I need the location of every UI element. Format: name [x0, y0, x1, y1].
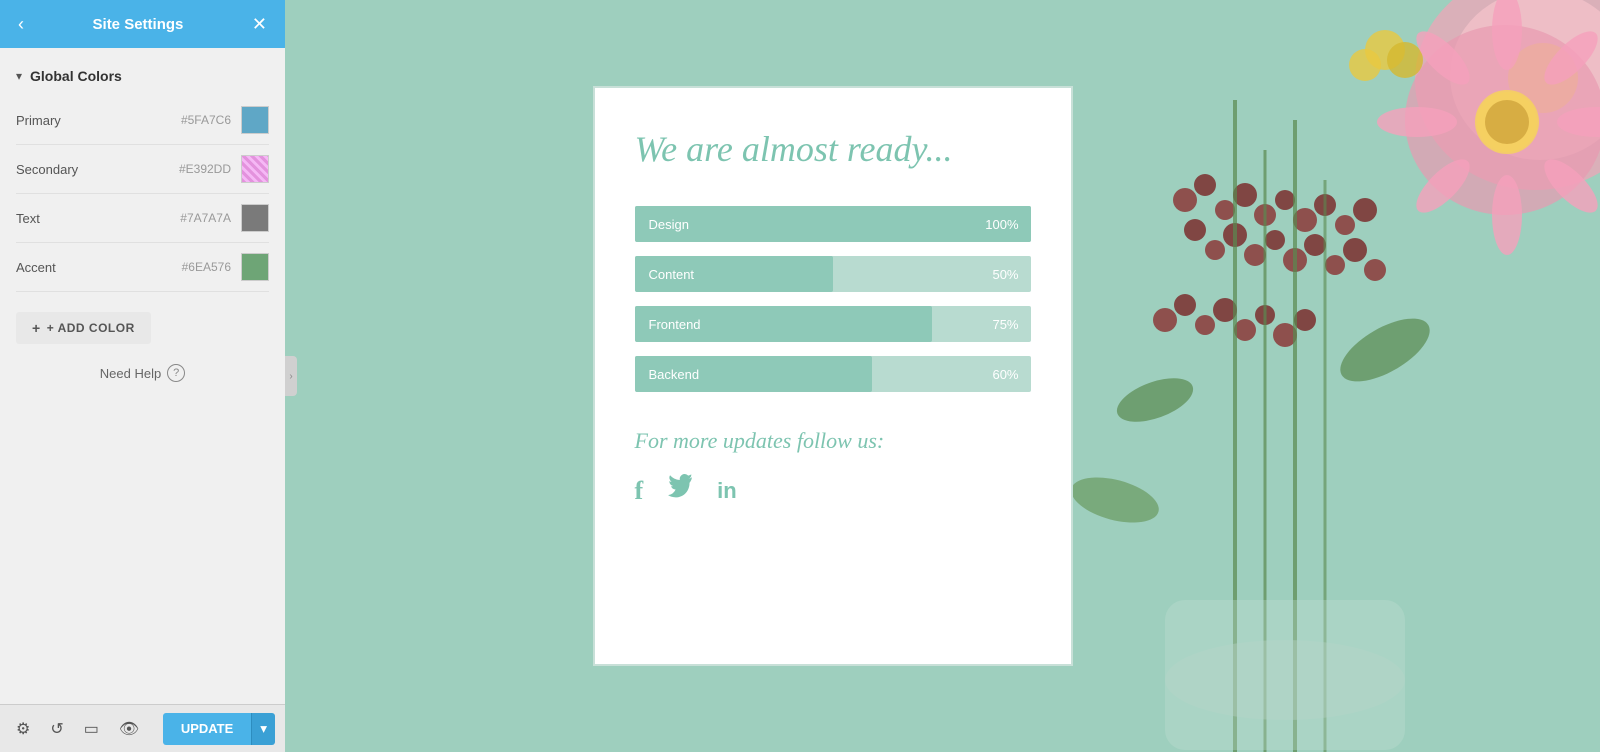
- color-row-primary: Primary #5FA7C6: [16, 96, 269, 145]
- color-hex-primary: #5FA7C6: [181, 113, 231, 127]
- color-list: Primary #5FA7C6 Secondary #E392DD Text #…: [0, 96, 285, 292]
- color-row-secondary: Secondary #E392DD: [16, 145, 269, 194]
- progress-bar-frontend: Frontend 75%: [635, 306, 1031, 342]
- progress-pct-design: 100%: [985, 217, 1018, 232]
- color-hex-text: #7A7A7A: [180, 211, 231, 225]
- sidebar-content: ▾ Global Colors Primary #5FA7C6 Secondar…: [0, 48, 285, 752]
- history-button[interactable]: ↺: [44, 713, 69, 745]
- progress-label-frontend: Frontend: [635, 317, 701, 332]
- progress-label-backend: Backend: [635, 367, 700, 382]
- preview-card: We are almost ready... Design 100%: [593, 86, 1073, 666]
- color-row-accent: Accent #6EA576: [16, 243, 269, 292]
- twitter-icon[interactable]: [667, 474, 693, 507]
- update-button[interactable]: UPDATE: [163, 713, 251, 745]
- back-button[interactable]: ‹: [14, 10, 28, 39]
- progress-pct-backend: 60%: [992, 367, 1018, 382]
- preview-title: We are almost ready...: [635, 128, 1031, 170]
- chevron-down-icon: ▾: [16, 69, 22, 83]
- add-color-button[interactable]: + + ADD COLOR: [16, 312, 151, 344]
- sidebar-header: ‹ Site Settings ✕: [0, 0, 285, 48]
- progress-bar-content: Content 50%: [635, 256, 1031, 292]
- color-swatch-primary[interactable]: [241, 106, 269, 134]
- color-swatch-accent[interactable]: [241, 253, 269, 281]
- color-swatch-secondary[interactable]: [241, 155, 269, 183]
- color-row-text: Text #7A7A7A: [16, 194, 269, 243]
- progress-item-content: Content 50%: [635, 256, 1031, 292]
- progress-bar-backend: Backend 60%: [635, 356, 1031, 392]
- need-help-section[interactable]: Need Help ?: [0, 344, 285, 402]
- progress-item-frontend: Frontend 75%: [635, 306, 1031, 342]
- sidebar: ‹ Site Settings ✕ ▾ Global Colors Primar…: [0, 0, 285, 752]
- need-help-label: Need Help: [100, 366, 161, 381]
- progress-item-backend: Backend 60%: [635, 356, 1031, 392]
- add-color-label: + ADD COLOR: [47, 321, 135, 335]
- collapse-handle[interactable]: ›: [285, 356, 297, 396]
- close-button[interactable]: ✕: [248, 10, 271, 39]
- progress-pct-frontend: 75%: [992, 317, 1018, 332]
- preview-footer-title: For more updates follow us:: [635, 428, 1031, 454]
- facebook-icon[interactable]: f: [635, 476, 644, 506]
- settings-button[interactable]: ⚙: [10, 713, 36, 745]
- color-label-text: Text: [16, 211, 180, 226]
- color-label-secondary: Secondary: [16, 162, 179, 177]
- linkedin-icon[interactable]: in: [717, 478, 737, 504]
- plus-icon: +: [32, 320, 41, 336]
- bottom-toolbar: ⚙ ↺ ▭ 👁 UPDATE ▾: [0, 704, 285, 752]
- background-image: We are almost ready... Design 100%: [285, 0, 1600, 752]
- progress-item-design: Design 100%: [635, 206, 1031, 242]
- progress-bar-design: Design 100%: [635, 206, 1031, 242]
- color-label-accent: Accent: [16, 260, 182, 275]
- preview-footer: For more updates follow us: f in: [635, 428, 1031, 507]
- progress-section: Design 100% Content 50%: [635, 206, 1031, 392]
- visibility-button[interactable]: 👁: [113, 713, 145, 745]
- progress-pct-content: 50%: [992, 267, 1018, 282]
- color-label-primary: Primary: [16, 113, 181, 128]
- progress-label-design: Design: [635, 217, 689, 232]
- color-hex-accent: #6EA576: [182, 260, 231, 274]
- help-icon: ?: [167, 364, 185, 382]
- update-dropdown-button[interactable]: ▾: [251, 713, 275, 745]
- social-icons: f in: [635, 474, 1031, 507]
- main-content: We are almost ready... Design 100%: [285, 0, 1600, 752]
- global-colors-section: ▾ Global Colors Primary #5FA7C6 Secondar…: [0, 64, 285, 344]
- global-colors-label: Global Colors: [30, 68, 122, 84]
- color-swatch-text[interactable]: [241, 204, 269, 232]
- progress-label-content: Content: [635, 267, 695, 282]
- global-colors-header[interactable]: ▾ Global Colors: [0, 64, 285, 96]
- color-hex-secondary: #E392DD: [179, 162, 231, 176]
- sidebar-title: Site Settings: [28, 16, 248, 33]
- preview-button[interactable]: ▭: [78, 713, 105, 745]
- update-btn-group: UPDATE ▾: [163, 713, 275, 745]
